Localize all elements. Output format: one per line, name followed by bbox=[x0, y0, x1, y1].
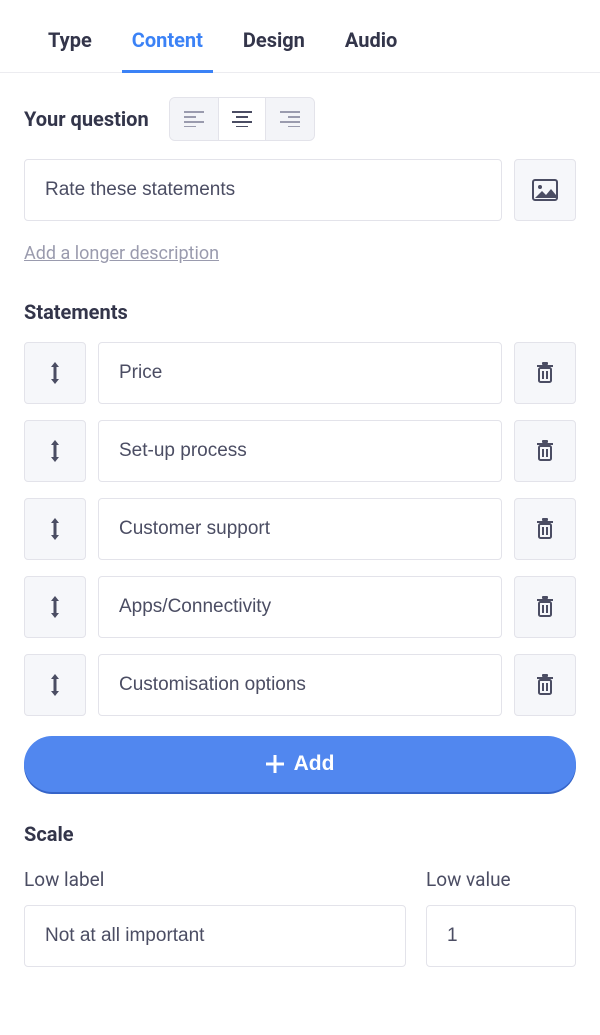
drag-vertical-icon bbox=[48, 438, 62, 464]
add-image-button[interactable] bbox=[514, 159, 576, 221]
statement-row bbox=[24, 498, 576, 560]
drag-vertical-icon bbox=[48, 360, 62, 386]
drag-vertical-icon bbox=[48, 672, 62, 698]
drag-handle[interactable] bbox=[24, 342, 86, 404]
tabs: Type Content Design Audio bbox=[0, 0, 600, 73]
low-label-title: Low label bbox=[24, 868, 406, 891]
tab-design[interactable]: Design bbox=[243, 28, 305, 72]
question-input[interactable] bbox=[24, 159, 502, 221]
plus-icon bbox=[266, 755, 284, 773]
low-label-input[interactable] bbox=[24, 905, 406, 967]
align-right-icon bbox=[280, 111, 300, 127]
question-label: Your question bbox=[24, 107, 149, 131]
delete-statement-button[interactable] bbox=[514, 420, 576, 482]
scale-heading: Scale bbox=[24, 822, 576, 846]
drag-handle[interactable] bbox=[24, 654, 86, 716]
text-align-group bbox=[169, 97, 315, 141]
statement-input[interactable] bbox=[98, 420, 502, 482]
align-center-button[interactable] bbox=[218, 98, 266, 140]
low-value-title: Low value bbox=[426, 868, 576, 891]
align-left-button[interactable] bbox=[170, 98, 218, 140]
trash-icon bbox=[535, 674, 555, 696]
add-description-link[interactable]: Add a longer description bbox=[24, 243, 219, 264]
statement-row bbox=[24, 654, 576, 716]
low-value-input[interactable] bbox=[426, 905, 576, 967]
statement-input[interactable] bbox=[98, 498, 502, 560]
drag-handle[interactable] bbox=[24, 420, 86, 482]
statement-input[interactable] bbox=[98, 576, 502, 638]
statements-heading: Statements bbox=[24, 300, 576, 324]
align-right-button[interactable] bbox=[266, 98, 314, 140]
drag-handle[interactable] bbox=[24, 498, 86, 560]
delete-statement-button[interactable] bbox=[514, 576, 576, 638]
statement-row bbox=[24, 576, 576, 638]
statement-row bbox=[24, 420, 576, 482]
trash-icon bbox=[535, 440, 555, 462]
trash-icon bbox=[535, 362, 555, 384]
drag-handle[interactable] bbox=[24, 576, 86, 638]
drag-vertical-icon bbox=[48, 516, 62, 542]
add-statement-button[interactable]: Add bbox=[24, 736, 576, 792]
delete-statement-button[interactable] bbox=[514, 342, 576, 404]
delete-statement-button[interactable] bbox=[514, 654, 576, 716]
drag-vertical-icon bbox=[48, 594, 62, 620]
statement-input[interactable] bbox=[98, 342, 502, 404]
delete-statement-button[interactable] bbox=[514, 498, 576, 560]
image-icon bbox=[532, 179, 558, 201]
statement-input[interactable] bbox=[98, 654, 502, 716]
trash-icon bbox=[535, 596, 555, 618]
tab-content[interactable]: Content bbox=[132, 28, 203, 72]
add-button-label: Add bbox=[294, 752, 335, 776]
trash-icon bbox=[535, 518, 555, 540]
tab-audio[interactable]: Audio bbox=[345, 28, 397, 72]
tab-type[interactable]: Type bbox=[48, 28, 92, 72]
statement-list bbox=[24, 342, 576, 716]
align-left-icon bbox=[184, 111, 204, 127]
align-center-icon bbox=[232, 111, 252, 127]
statement-row bbox=[24, 342, 576, 404]
